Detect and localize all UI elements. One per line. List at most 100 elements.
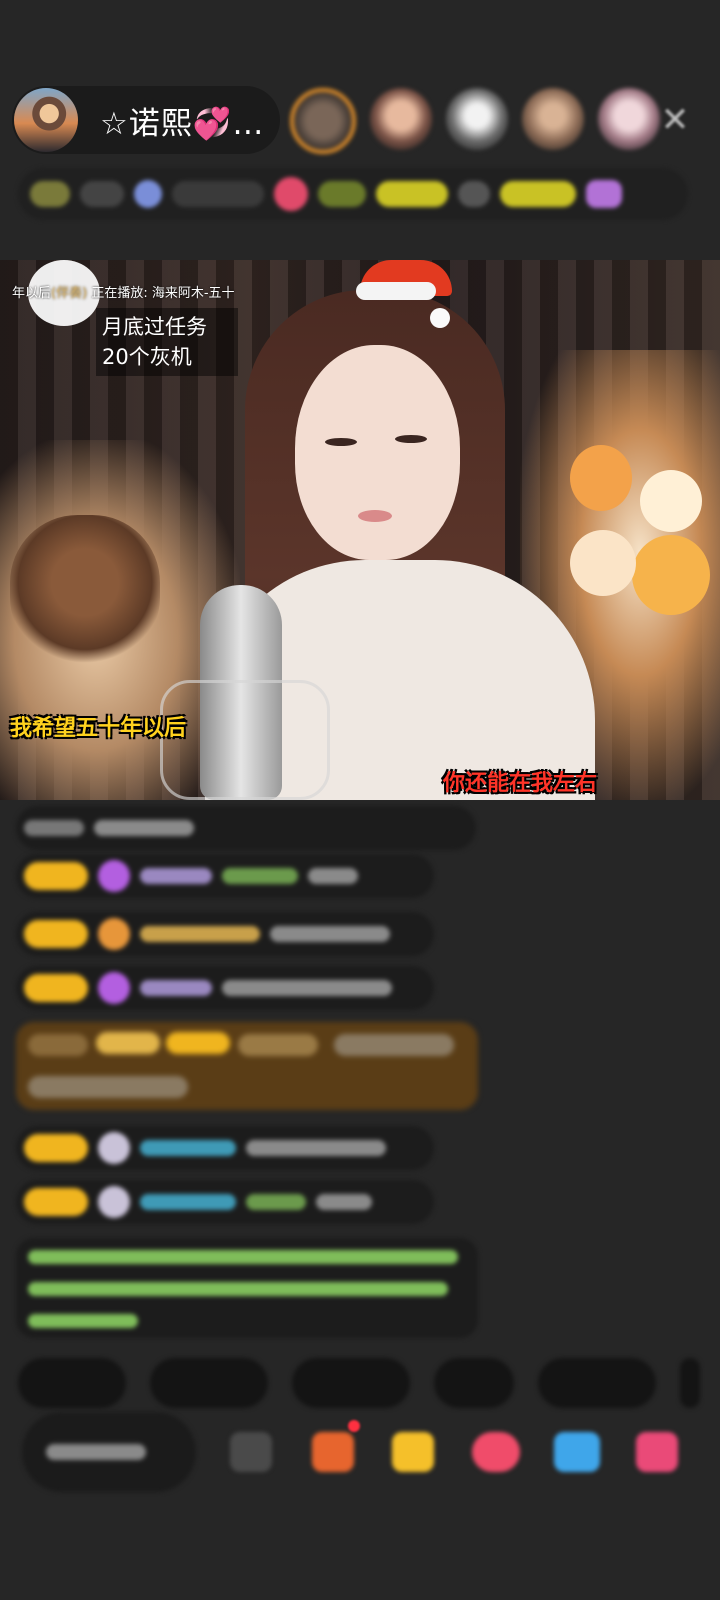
task-line-1: 月底过任务: [102, 315, 207, 339]
level-badge: [24, 920, 88, 948]
level-badge: [24, 1188, 88, 1216]
quick-action-button[interactable]: [150, 1358, 268, 1408]
now-playing-song: 海来阿木-五十: [151, 286, 235, 301]
bottom-toolbar: [18, 1412, 718, 1492]
chat-message[interactable]: [16, 806, 476, 850]
special-name: [28, 1034, 88, 1056]
host-name-text: ☆诺熙: [100, 105, 193, 142]
host-name[interactable]: ☆诺熙💞…: [100, 98, 264, 143]
host-info-chip[interactable]: ☆诺熙💞…: [12, 86, 280, 154]
viewer-avatar[interactable]: [598, 88, 660, 150]
chat-message[interactable]: [16, 1126, 434, 1170]
gem-icon: [98, 918, 130, 950]
level-badge: [24, 974, 88, 1002]
notice-line: [28, 1250, 458, 1264]
gift-icon[interactable]: [392, 1432, 434, 1472]
streamer-face: [295, 345, 460, 560]
message-text: [308, 868, 358, 884]
host-avatar[interactable]: [14, 88, 78, 152]
heart-icon[interactable]: [472, 1432, 520, 1472]
message-text: [316, 1194, 372, 1210]
lyric-right: 你还能在我左右: [443, 771, 598, 796]
special-badge: [96, 1032, 160, 1054]
streamer-lips: [358, 510, 392, 522]
notification-dot: [348, 1420, 360, 1432]
quick-action-button[interactable]: [538, 1358, 656, 1408]
special-badge: [166, 1032, 230, 1054]
live-video[interactable]: 年以后(伴奏) 正在播放: 海来阿木-五十 月底过任务 20个灰机 我希望五十年…: [0, 260, 720, 800]
live-stream-screen: ☆诺熙💞… ✕ 年以后(伴奏) 正在播放: 海来阿木-五十 月底过任务 20个灰…: [0, 0, 720, 1600]
emoji-icon[interactable]: [230, 1432, 272, 1472]
quick-action-button[interactable]: [434, 1358, 514, 1408]
gem-icon: [98, 972, 130, 1004]
balloon: [640, 470, 702, 532]
close-icon[interactable]: ✕: [655, 100, 695, 140]
streamer-eye: [325, 438, 357, 446]
chat-message[interactable]: [16, 966, 434, 1010]
chat-message[interactable]: [16, 1180, 434, 1224]
balloon: [570, 530, 636, 596]
gem-icon: [98, 1132, 130, 1164]
santa-hat-brim: [356, 282, 436, 300]
more-icon[interactable]: [586, 180, 622, 208]
quick-action-button[interactable]: [680, 1358, 700, 1408]
notice-line: [28, 1314, 138, 1328]
tag-pill[interactable]: [458, 181, 490, 207]
task-line-2: 20个灰机: [102, 345, 192, 369]
santa-hat-ball: [430, 308, 450, 328]
more-apps-icon[interactable]: [636, 1432, 678, 1472]
message-text: [246, 1140, 386, 1156]
chat-message[interactable]: [16, 912, 434, 956]
viewer-avatar[interactable]: [522, 88, 584, 150]
rank-text: [80, 181, 124, 207]
message-target: [246, 1194, 306, 1210]
notice-line: [28, 1282, 448, 1296]
message-name: [24, 820, 84, 836]
red-badge-icon[interactable]: [274, 177, 308, 211]
highlighted-chat-message[interactable]: [16, 1022, 478, 1110]
special-name: [238, 1034, 318, 1056]
system-notice: [16, 1238, 478, 1338]
game-icon[interactable]: [554, 1432, 600, 1472]
gem-icon: [98, 860, 130, 892]
fans-icon: [134, 180, 162, 208]
room-info-bar[interactable]: [18, 168, 688, 220]
balloon: [570, 445, 632, 511]
message-name: [140, 1194, 236, 1210]
quick-action-button[interactable]: [18, 1358, 126, 1408]
fans-text: [172, 181, 264, 207]
gem-icon: [98, 1186, 130, 1218]
chat-input[interactable]: [22, 1412, 196, 1492]
message-text: [222, 980, 392, 996]
heart-emoji: 💞: [192, 105, 233, 142]
message-name: [140, 868, 212, 884]
rank-icon: [30, 181, 70, 207]
viewer-avatar[interactable]: [446, 88, 508, 150]
message-text: [94, 820, 194, 836]
tag-pill[interactable]: [500, 181, 576, 207]
plush-toy: [10, 515, 160, 665]
balloon: [632, 535, 710, 615]
tag-pill[interactable]: [318, 181, 366, 207]
viewer-avatar[interactable]: [370, 88, 432, 150]
tag-pill[interactable]: [376, 181, 448, 207]
lyric-left: 我希望五十年以后: [10, 716, 187, 741]
viewer-avatar[interactable]: [290, 88, 356, 154]
message-name: [140, 980, 212, 996]
quick-action-button[interactable]: [292, 1358, 410, 1408]
level-badge: [24, 862, 88, 890]
streamer-eye: [395, 435, 427, 443]
chat-message[interactable]: [16, 854, 434, 898]
message-target: [222, 868, 298, 884]
now-playing-tag: (伴奏): [51, 286, 88, 301]
now-playing-prefix: 年以后: [12, 286, 52, 301]
task-notice: 月底过任务 20个灰机: [96, 308, 238, 376]
gift-box-icon[interactable]: [312, 1432, 354, 1472]
special-text: [28, 1076, 188, 1098]
now-playing-text: 年以后(伴奏) 正在播放: 海来阿木-五十: [12, 282, 235, 301]
message-text: [270, 926, 390, 942]
chat-input-placeholder: [46, 1444, 146, 1460]
special-text: [334, 1034, 454, 1056]
message-name: [140, 1140, 236, 1156]
now-playing-label: 正在播放:: [91, 286, 148, 301]
